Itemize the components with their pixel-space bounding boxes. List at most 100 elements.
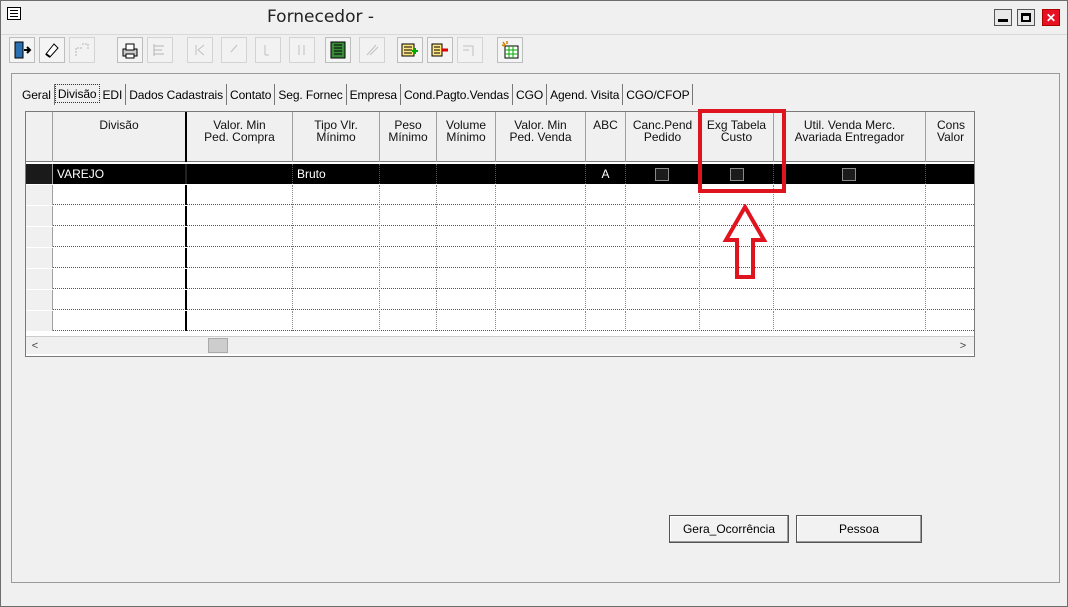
tab-edi[interactable]: EDI [100, 84, 127, 105]
grid-cell[interactable] [496, 185, 586, 205]
grid-cell[interactable] [53, 227, 187, 247]
grid-cell[interactable] [293, 248, 380, 268]
grid-cell[interactable] [380, 248, 437, 268]
cell-valor-min-ped-venda[interactable] [496, 164, 586, 184]
grid-cell[interactable] [437, 227, 496, 247]
divisao-grid[interactable]: Divisão Valor. Min Ped. Compra Tipo Vlr. M… [25, 111, 975, 357]
tab-divisao[interactable]: Divisão [54, 84, 100, 103]
grid-cell[interactable] [437, 185, 496, 205]
tab-seg-fornec[interactable]: Seg. Fornec [275, 84, 347, 105]
grid-cell[interactable] [626, 311, 700, 331]
grid-cell[interactable] [293, 185, 380, 205]
table-row[interactable] [26, 185, 974, 205]
cell-canc-pend-pedido[interactable] [626, 164, 700, 184]
tab-dados-cadastrais[interactable]: Dados Cadastrais [126, 84, 228, 105]
grid-cell[interactable] [187, 269, 293, 289]
grid-cell[interactable] [187, 290, 293, 310]
table-row[interactable] [26, 290, 974, 310]
grid-cell[interactable] [926, 290, 974, 310]
clear-button[interactable] [39, 37, 65, 63]
grid-cell[interactable] [774, 185, 926, 205]
edit-button[interactable] [359, 37, 385, 63]
cell-abc[interactable]: A [586, 164, 626, 184]
grid-cell[interactable] [586, 206, 626, 226]
column-header-cons-valor[interactable]: Cons Valor [926, 112, 974, 162]
grid-cell[interactable] [496, 311, 586, 331]
tab-empresa[interactable]: Empresa [347, 84, 401, 105]
scroll-right-button[interactable]: > [954, 337, 972, 355]
exit-button[interactable] [9, 37, 35, 63]
scroll-left-button[interactable]: < [26, 337, 44, 355]
grid-cell[interactable] [437, 290, 496, 310]
previous-record-button[interactable] [221, 37, 247, 63]
move-record-button[interactable] [457, 37, 483, 63]
print-button[interactable] [117, 37, 143, 63]
grid-cell[interactable] [586, 290, 626, 310]
grid-cell[interactable] [586, 227, 626, 247]
grid-cell[interactable] [926, 185, 974, 205]
pessoa-button[interactable]: Pessoa [796, 515, 922, 543]
cell-divisao[interactable]: VAREJO [53, 164, 187, 184]
column-header-util-venda-merc[interactable]: Util. Venda Merc. Avariada Entregador [774, 112, 926, 162]
tab-agend-visita[interactable]: Agend. Visita [547, 84, 624, 105]
grid-cell[interactable] [774, 290, 926, 310]
grid-cell[interactable] [293, 227, 380, 247]
scroll-thumb[interactable] [208, 338, 228, 353]
table-row[interactable] [26, 248, 974, 268]
system-menu-icon[interactable] [7, 7, 21, 20]
grid-cell[interactable] [437, 311, 496, 331]
table-row[interactable]: VAREJO Bruto A [26, 164, 974, 184]
remove-record-button[interactable] [427, 37, 453, 63]
maximize-button[interactable] [1017, 9, 1035, 26]
grid-cell[interactable] [53, 290, 187, 310]
grid-cell[interactable] [926, 311, 974, 331]
cell-cons-valor[interactable] [926, 164, 974, 184]
list-button[interactable] [147, 37, 173, 63]
grid-cell[interactable] [380, 290, 437, 310]
grid-cell[interactable] [774, 269, 926, 289]
grid-cell[interactable] [774, 311, 926, 331]
grid-cell[interactable] [926, 227, 974, 247]
grid-cell[interactable] [496, 290, 586, 310]
next-record-button[interactable] [255, 37, 281, 63]
grid-cell[interactable] [53, 185, 187, 205]
grid-cell[interactable] [53, 206, 187, 226]
tab-cgo[interactable]: CGO [513, 84, 548, 105]
grid-cell[interactable] [926, 206, 974, 226]
grid-cell[interactable] [187, 248, 293, 268]
tab-cgo-cfop[interactable]: CGO/CFOP [623, 84, 694, 105]
grid-cell[interactable] [380, 185, 437, 205]
column-header-volume-minimo[interactable]: Volume Mínimo [437, 112, 496, 162]
horizontal-scrollbar[interactable]: < > [26, 336, 974, 354]
grid-cell[interactable] [437, 269, 496, 289]
table-row[interactable] [26, 206, 974, 226]
column-header-valor-min-ped-venda[interactable]: Valor. Min Ped. Venda [496, 112, 586, 162]
grid-cell[interactable] [926, 248, 974, 268]
grid-cell[interactable] [53, 311, 187, 331]
grid-cell[interactable] [293, 290, 380, 310]
grid-cell[interactable] [380, 227, 437, 247]
column-header-divisao[interactable]: Divisão [53, 112, 187, 162]
grid-cell[interactable] [926, 269, 974, 289]
grid-cell[interactable] [496, 248, 586, 268]
cell-tipo-vlr-minimo[interactable]: Bruto [293, 164, 380, 184]
column-header-tipo-vlr-minimo[interactable]: Tipo Vlr. Mínimo [293, 112, 380, 162]
grid-cell[interactable] [626, 269, 700, 289]
grid-cell[interactable] [293, 311, 380, 331]
first-record-button[interactable] [187, 37, 213, 63]
grid-cell[interactable] [586, 269, 626, 289]
grid-cell[interactable] [626, 185, 700, 205]
grid-cell[interactable] [586, 248, 626, 268]
grid-cell[interactable] [774, 248, 926, 268]
grid-cell[interactable] [53, 248, 187, 268]
cell-volume-minimo[interactable] [437, 164, 496, 184]
grid-cell[interactable] [187, 185, 293, 205]
grid-cell[interactable] [496, 269, 586, 289]
last-record-button[interactable] [289, 37, 315, 63]
grid-cell[interactable] [437, 248, 496, 268]
lookup-button[interactable] [69, 37, 95, 63]
table-row[interactable] [26, 227, 974, 247]
minimize-button[interactable] [994, 9, 1012, 26]
tab-contato[interactable]: Contato [227, 84, 276, 105]
grid-cell[interactable] [380, 311, 437, 331]
